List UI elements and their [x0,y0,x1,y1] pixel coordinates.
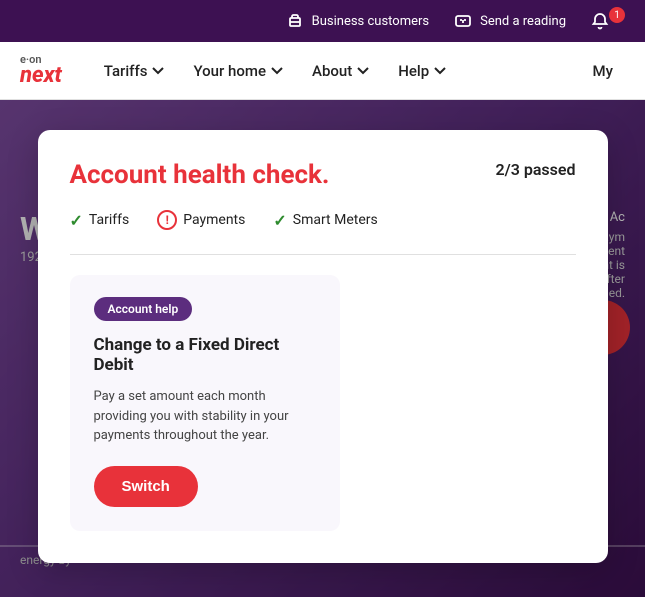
modal-divider [70,254,576,255]
nav-items: Tariffs Your home About Help My [92,54,625,88]
modal-title: Account health check. [70,160,330,190]
smart-meters-check-icon: ✓ [273,211,286,230]
modal-header: Account health check. 2/3 passed [70,160,576,190]
check-smart-meters: ✓ Smart Meters [273,211,377,230]
about-label: About [312,62,352,80]
help-label: Help [398,62,429,80]
send-reading-label: Send a reading [480,14,566,29]
notifications-link[interactable]: 1 [590,11,625,31]
nav-about[interactable]: About [300,54,382,88]
main-navigation: e·on next Tariffs Your home About Help M… [0,42,645,100]
card-description: Pay a set amount each month providing yo… [94,387,316,446]
my-label: My [593,62,613,80]
about-chevron-icon [356,64,370,78]
card-title: Change to a Fixed Direct Debit [94,335,316,375]
tariffs-check-icon: ✓ [70,211,83,230]
tariffs-check-label: Tariffs [89,212,129,228]
help-chevron-icon [433,64,447,78]
check-payments: ! Payments [157,210,245,230]
account-help-badge: Account help [94,297,193,321]
nav-your-home[interactable]: Your home [181,54,296,88]
business-customers-label: Business customers [312,14,429,29]
briefcase-icon [285,11,305,31]
tariffs-label: Tariffs [104,62,148,80]
your-home-chevron-icon [270,64,284,78]
modal-score: 2/3 passed [495,160,575,179]
logo[interactable]: e·on next [20,54,62,87]
check-tariffs: ✓ Tariffs [70,211,130,230]
account-health-modal: Account health check. 2/3 passed ✓ Tarif… [38,130,608,563]
tariffs-chevron-icon [151,64,165,78]
switch-button[interactable]: Switch [94,466,198,507]
top-utility-bar: Business customers Send a reading 1 [0,0,645,42]
your-home-label: Your home [193,62,266,80]
bell-icon [590,11,610,31]
nav-help[interactable]: Help [386,54,459,88]
nav-tariffs[interactable]: Tariffs [92,54,178,88]
modal-overlay: Account health check. 2/3 passed ✓ Tarif… [0,100,645,597]
send-reading-link[interactable]: Send a reading [453,11,566,31]
meter-icon [453,11,473,31]
notification-count: 1 [609,7,625,23]
payments-check-label: Payments [183,212,245,228]
business-customers-link[interactable]: Business customers [285,11,429,31]
modal-checks: ✓ Tariffs ! Payments ✓ Smart Meters [70,210,576,230]
payments-warning-icon: ! [157,210,177,230]
logo-next-text: next [20,65,62,87]
nav-my[interactable]: My [581,54,625,88]
smart-meters-check-label: Smart Meters [293,212,378,228]
account-help-card: Account help Change to a Fixed Direct De… [70,275,340,531]
